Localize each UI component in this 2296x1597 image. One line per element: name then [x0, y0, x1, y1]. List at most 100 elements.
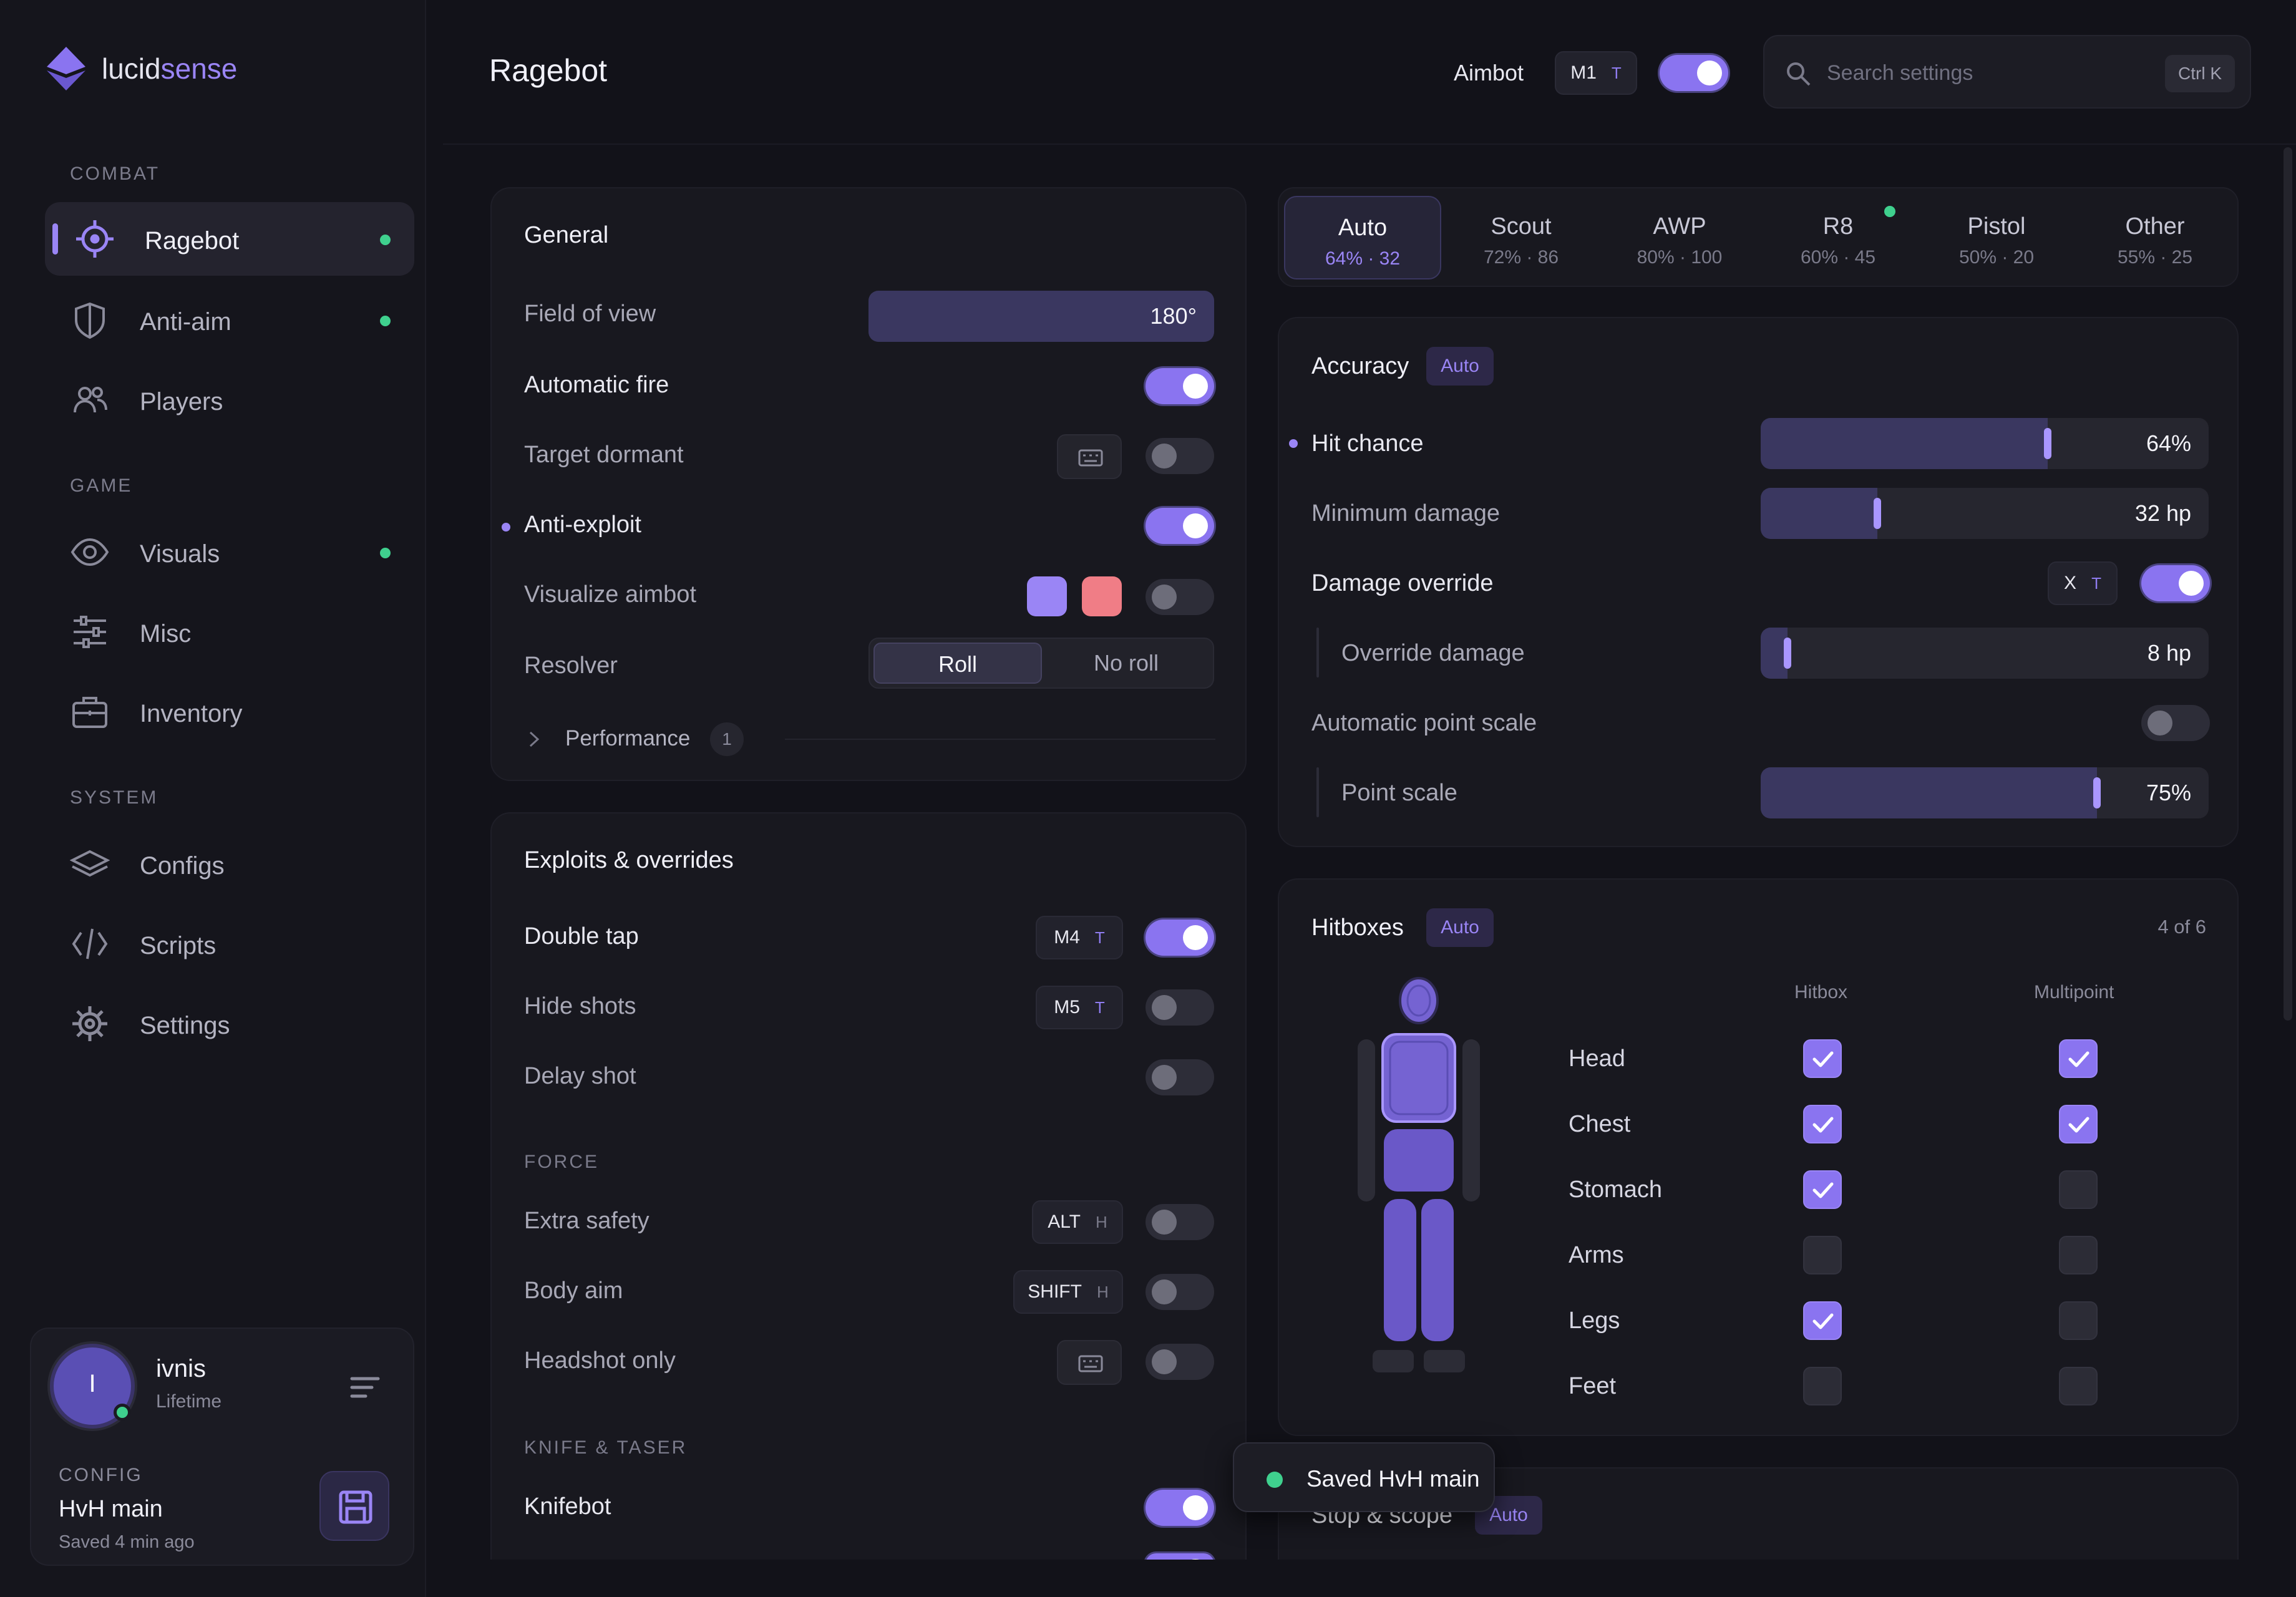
- multipoint-checkbox[interactable]: [2059, 1170, 2098, 1209]
- hitbox-checkbox[interactable]: [1803, 1039, 1842, 1078]
- sidebar-item-visuals[interactable]: Visuals: [45, 515, 414, 589]
- hide-shots-keybind[interactable]: M5 T: [1036, 986, 1123, 1029]
- multipoint-checkbox[interactable]: [2059, 1301, 2098, 1340]
- auto-chip[interactable]: Auto: [1426, 908, 1494, 947]
- keybind-key: ALT: [1048, 1211, 1081, 1232]
- sidebar-item-inventory[interactable]: Inventory: [45, 675, 414, 749]
- multipoint-checkbox[interactable]: [2059, 1039, 2098, 1078]
- tab-r8[interactable]: R8 60% · 45: [1759, 196, 1917, 279]
- check-icon: [1812, 1051, 1834, 1067]
- setting-label: Visualize aimbot: [524, 581, 697, 608]
- min-damage-slider[interactable]: 32 hp: [1761, 488, 2209, 539]
- hit-chance-slider[interactable]: 64%: [1761, 418, 2209, 469]
- sidebar-item-players[interactable]: Players: [45, 363, 414, 437]
- aimbot-keybind[interactable]: M1 T: [1555, 51, 1637, 95]
- anti-exploit-toggle[interactable]: [1146, 508, 1214, 544]
- extra-safety-keybind[interactable]: ALT H: [1032, 1200, 1123, 1244]
- save-icon: [339, 1490, 372, 1524]
- visualize-aimbot-toggle[interactable]: [1146, 579, 1214, 615]
- override-damage-slider[interactable]: 8 hp: [1761, 628, 2209, 679]
- hitbox-checkbox[interactable]: [1803, 1170, 1842, 1209]
- setting-label: Target dormant: [524, 442, 684, 468]
- status-dot: [380, 235, 391, 245]
- knifebot-toggle[interactable]: [1146, 1490, 1214, 1526]
- color-swatch-primary[interactable]: [1027, 576, 1067, 616]
- brand[interactable]: lucidsense: [47, 47, 237, 90]
- keybind-button[interactable]: [1057, 1340, 1122, 1385]
- point-scale-slider[interactable]: 75%: [1761, 767, 2209, 818]
- hide-shots-toggle[interactable]: [1146, 989, 1214, 1026]
- headshot-only-toggle[interactable]: [1146, 1344, 1214, 1380]
- delay-shot-toggle[interactable]: [1146, 1059, 1214, 1095]
- resolver-option-roll[interactable]: Roll: [873, 643, 1042, 684]
- setting-label: Damage override: [1311, 570, 1494, 596]
- scrollbar[interactable]: [2284, 147, 2292, 1021]
- sidebar-item-scripts[interactable]: Scripts: [45, 907, 414, 981]
- status-dot: [1884, 206, 1895, 217]
- keybind-mode: T: [1094, 928, 1105, 947]
- double-tap-toggle[interactable]: [1146, 920, 1214, 956]
- fov-slider[interactable]: 180°: [868, 291, 1214, 342]
- performance-row[interactable]: Performance 1: [492, 714, 1245, 764]
- status-dot: [380, 548, 391, 558]
- keybind-mode: T: [1094, 998, 1105, 1017]
- keybind-button[interactable]: [1057, 434, 1122, 479]
- target-dormant-toggle[interactable]: [1146, 438, 1214, 474]
- setting-label: Automatic point scale: [1311, 710, 1537, 736]
- check-icon: [1812, 1313, 1834, 1329]
- multipoint-checkbox[interactable]: [2059, 1236, 2098, 1274]
- sidebar-item-ragebot[interactable]: Ragebot: [45, 202, 414, 276]
- sidebar-item-misc[interactable]: Misc: [45, 595, 414, 669]
- search-input[interactable]: [1827, 56, 2151, 90]
- body-aim-toggle[interactable]: [1146, 1274, 1214, 1310]
- keyboard-icon: [1078, 449, 1103, 467]
- setting-label: Body aim: [524, 1278, 623, 1304]
- check-icon: [2068, 1117, 2089, 1133]
- delay-shot-row: Delay shot: [492, 1053, 1245, 1103]
- auto-point-scale-toggle[interactable]: [2141, 705, 2210, 741]
- toast-notification[interactable]: Saved HvH main: [1233, 1442, 1495, 1512]
- sidebar-item-anti-aim[interactable]: Anti-aim: [45, 283, 414, 357]
- brand-name: lucidsense: [102, 52, 238, 85]
- damage-override-toggle[interactable]: [2141, 565, 2210, 601]
- extra-safety-toggle[interactable]: [1146, 1204, 1214, 1240]
- hitbox-checkbox[interactable]: [1803, 1367, 1842, 1405]
- double-tap-row: Double tap M4 T: [492, 913, 1245, 963]
- tab-sub: 55% · 25: [2117, 247, 2193, 268]
- hitbox-checkbox[interactable]: [1803, 1301, 1842, 1340]
- body-aim-keybind[interactable]: SHIFT H: [1013, 1270, 1123, 1314]
- tab-pistol[interactable]: Pistol 50% · 20: [1918, 196, 2075, 279]
- auto-chip[interactable]: Auto: [1426, 347, 1494, 386]
- color-swatch-secondary[interactable]: [1082, 576, 1122, 616]
- tab-other[interactable]: Other 55% · 25: [2076, 196, 2234, 279]
- sidebar-item-configs[interactable]: Configs: [45, 827, 414, 901]
- keybind-mode: H: [1096, 1282, 1109, 1301]
- hitbox-checkbox[interactable]: [1803, 1105, 1842, 1143]
- slider-value: 32 hp: [2134, 500, 2191, 526]
- online-indicator: [114, 1404, 131, 1421]
- double-tap-keybind[interactable]: M4 T: [1036, 916, 1123, 959]
- shield-icon: [75, 302, 105, 339]
- sidebar-item-label: Inventory: [140, 700, 243, 727]
- hitbox-checkbox[interactable]: [1803, 1236, 1842, 1274]
- search-shortcut: Ctrl K: [2165, 55, 2235, 92]
- multipoint-checkbox[interactable]: [2059, 1367, 2098, 1405]
- resolver-option-no-roll[interactable]: No roll: [1044, 643, 1208, 684]
- setting-label: Field of view: [524, 301, 656, 327]
- column-header-hitbox: Hitbox: [1794, 982, 1848, 1002]
- card-title: General: [524, 222, 609, 248]
- sidebar-item-label: Settings: [140, 1012, 230, 1039]
- save-config-button[interactable]: [319, 1471, 389, 1541]
- menu-icon[interactable]: [349, 1374, 381, 1401]
- sidebar-item-settings[interactable]: Settings: [45, 987, 414, 1061]
- tab-auto[interactable]: Auto 64% · 32: [1284, 196, 1441, 279]
- target-dormant-row: Target dormant: [492, 432, 1245, 482]
- auto-fire-toggle[interactable]: [1146, 368, 1214, 404]
- multipoint-checkbox[interactable]: [2059, 1105, 2098, 1143]
- tab-awp[interactable]: AWP 80% · 100: [1601, 196, 1758, 279]
- avatar[interactable]: I: [50, 1344, 135, 1429]
- damage-override-keybind[interactable]: XT: [2048, 561, 2118, 605]
- aimbot-toggle[interactable]: [1660, 55, 1728, 91]
- tab-scout[interactable]: Scout 72% · 86: [1442, 196, 1600, 279]
- tab-name: R8: [1822, 213, 1854, 240]
